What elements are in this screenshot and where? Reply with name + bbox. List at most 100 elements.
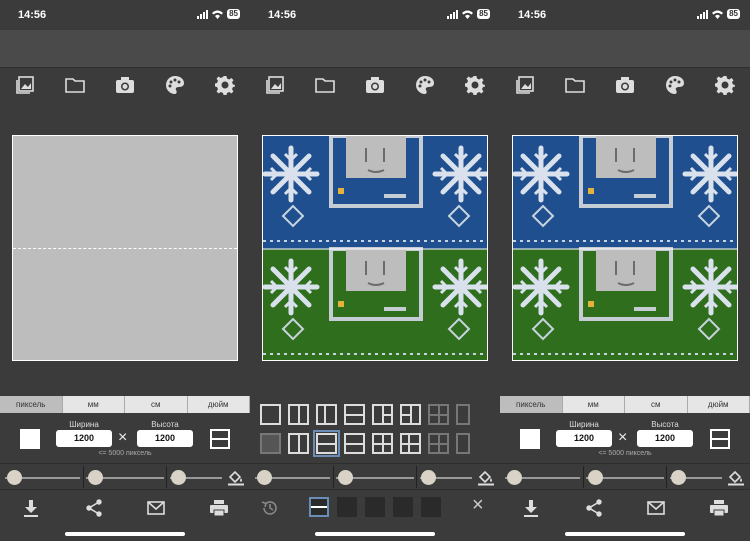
layout-three-split-alt[interactable] [400, 404, 421, 425]
mail-icon[interactable] [645, 497, 667, 519]
layout-rows-2[interactable] [344, 433, 365, 454]
camera-icon[interactable] [113, 73, 137, 97]
width-field[interactable]: 1200 [556, 430, 612, 447]
status-time: 14:56 [18, 9, 47, 21]
paint-bucket-icon[interactable] [727, 468, 745, 486]
slider-knob-2[interactable] [588, 470, 603, 485]
wifi-icon [712, 10, 724, 19]
screen-blank-canvas: 14:56 85 пиксель мм см дюйм Ширина 1200 … [0, 0, 250, 541]
paint-bucket-icon[interactable] [227, 468, 245, 486]
blank-canvas[interactable] [12, 135, 238, 361]
layout-split-icon[interactable] [710, 429, 730, 449]
color-swatch[interactable] [520, 429, 540, 449]
layout-two-rows[interactable] [344, 404, 365, 425]
paint-bucket-icon[interactable] [477, 468, 495, 486]
main-toolbar [0, 68, 250, 102]
status-time: 14:56 [518, 9, 547, 21]
layout-four-grid[interactable] [428, 404, 449, 425]
slider-separator [83, 466, 84, 488]
layout-quad[interactable] [372, 433, 393, 454]
unit-selector: пиксель мм см дюйм [0, 396, 250, 413]
palette-icon[interactable] [163, 73, 187, 97]
gallery-icon[interactable] [263, 73, 287, 97]
folder-icon[interactable] [563, 73, 587, 97]
unit-mm[interactable]: мм [563, 396, 625, 413]
slider-knob-3[interactable] [171, 470, 186, 485]
slider-separator [583, 466, 584, 488]
layout-two-columns-alt[interactable] [316, 404, 337, 425]
status-time: 14:56 [268, 9, 297, 21]
signal-icon [197, 9, 209, 19]
top-bar [0, 30, 250, 68]
unit-pixel[interactable]: пиксель [0, 396, 63, 413]
history-icon[interactable] [261, 499, 279, 517]
knit-pattern-canvas[interactable] [512, 135, 738, 361]
status-icons: 85 [447, 9, 490, 19]
slider-row [0, 463, 250, 489]
history-item[interactable] [337, 497, 357, 517]
folder-icon[interactable] [313, 73, 337, 97]
palette-icon[interactable] [663, 73, 687, 97]
camera-icon[interactable] [363, 73, 387, 97]
slider-knob-1[interactable] [257, 470, 272, 485]
slider-knob-1[interactable] [7, 470, 22, 485]
print-icon[interactable] [208, 497, 230, 519]
unit-mm[interactable]: мм [63, 396, 125, 413]
slider-separator [416, 466, 417, 488]
layout-columns-2[interactable] [288, 433, 309, 454]
slider-separator [166, 466, 167, 488]
width-field[interactable]: 1200 [56, 430, 112, 447]
palette-icon[interactable] [413, 73, 437, 97]
layout-rows-selected[interactable] [313, 430, 340, 457]
color-swatch[interactable] [20, 429, 40, 449]
slider-knob-2[interactable] [88, 470, 103, 485]
gallery-icon[interactable] [513, 73, 537, 97]
gear-icon[interactable] [213, 73, 237, 97]
height-field[interactable]: 1200 [637, 430, 693, 447]
slider-knob-3[interactable] [671, 470, 686, 485]
height-label: Высота [651, 420, 679, 429]
main-toolbar [500, 68, 750, 102]
split-divider [13, 248, 237, 249]
gear-icon[interactable] [713, 73, 737, 97]
history-item[interactable] [393, 497, 413, 517]
layout-single[interactable] [260, 404, 281, 425]
folder-icon[interactable] [63, 73, 87, 97]
layout-quad-dim[interactable] [428, 433, 449, 454]
unit-cm[interactable]: см [625, 396, 688, 413]
slider-knob-2[interactable] [338, 470, 353, 485]
height-field[interactable]: 1200 [137, 430, 193, 447]
layout-split-icon[interactable] [210, 429, 230, 449]
layout-three-split[interactable] [372, 404, 393, 425]
share-icon[interactable] [83, 497, 105, 519]
download-icon[interactable] [20, 497, 42, 519]
layout-more-2[interactable] [456, 433, 470, 454]
knit-pattern-canvas[interactable] [262, 135, 488, 361]
layout-two-columns[interactable] [288, 404, 309, 425]
history-item[interactable] [365, 497, 385, 517]
print-icon[interactable] [708, 497, 730, 519]
slider-row [500, 463, 750, 489]
layout-filled[interactable] [260, 433, 281, 454]
unit-inch[interactable]: дюйм [688, 396, 750, 413]
history-item-selected[interactable] [309, 497, 329, 517]
times-sign: × [618, 429, 628, 446]
close-icon[interactable]: × [472, 494, 484, 517]
layout-more[interactable] [456, 404, 470, 425]
gallery-icon[interactable] [13, 73, 37, 97]
history-item[interactable] [421, 497, 441, 517]
top-bar [500, 30, 750, 68]
mail-icon[interactable] [145, 497, 167, 519]
gear-icon[interactable] [463, 73, 487, 97]
unit-inch[interactable]: дюйм [188, 396, 250, 413]
slider-knob-3[interactable] [421, 470, 436, 485]
home-indicator [565, 532, 685, 536]
camera-icon[interactable] [613, 73, 637, 97]
download-icon[interactable] [520, 497, 542, 519]
slider-knob-1[interactable] [507, 470, 522, 485]
unit-pixel[interactable]: пиксель [500, 396, 563, 413]
share-icon[interactable] [583, 497, 605, 519]
unit-cm[interactable]: см [125, 396, 188, 413]
width-label: Ширина [569, 420, 599, 429]
layout-quad-alt[interactable] [400, 433, 421, 454]
